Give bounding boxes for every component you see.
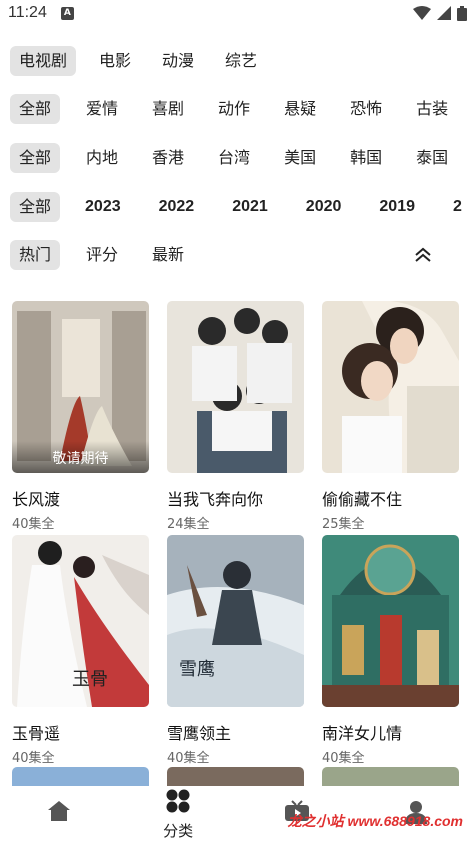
chip-region-thailand[interactable]: 泰国 <box>407 143 457 173</box>
show-poster[interactable]: 玉骨 <box>12 535 149 707</box>
sort-filter-row: 热门 评分 最新 <box>0 238 475 272</box>
show-poster[interactable] <box>322 535 459 707</box>
show-poster[interactable] <box>167 767 304 787</box>
chip-genre-horror[interactable]: 恐怖 <box>341 94 391 124</box>
signal-icon <box>437 6 451 20</box>
chip-anime[interactable]: 动漫 <box>153 46 203 76</box>
chip-region-mainland[interactable]: 内地 <box>77 143 127 173</box>
show-card[interactable]: 当我飞奔向你 24集全 <box>167 301 304 532</box>
chip-genre-action[interactable]: 动作 <box>209 94 259 124</box>
chip-year-2022[interactable]: 2022 <box>150 192 204 222</box>
show-card[interactable]: 偷偷藏不住 25集全 <box>322 301 459 532</box>
show-poster[interactable]: 雪鹰 <box>167 535 304 707</box>
chip-region-hongkong[interactable]: 香港 <box>143 143 193 173</box>
year-filter-row: 全部 2023 2022 2021 2020 2019 2 <box>0 190 475 224</box>
show-title[interactable]: 雪鹰领主 <box>167 720 304 744</box>
show-card[interactable] <box>322 767 459 787</box>
show-card[interactable] <box>167 767 304 787</box>
show-episodes: 40集全 <box>167 751 210 766</box>
watermark: 龙之小站 www.688918.com <box>287 813 463 829</box>
genre-filter-row: 全部 爱情 喜剧 动作 悬疑 恐怖 古装 <box>0 92 475 126</box>
show-title[interactable]: 长风渡 <box>12 486 149 510</box>
chip-region-usa[interactable]: 美国 <box>275 143 325 173</box>
show-title[interactable]: 当我飞奔向你 <box>167 486 304 510</box>
chip-variety[interactable]: 综艺 <box>216 46 266 76</box>
chip-year-all[interactable]: 全部 <box>10 192 61 222</box>
chip-region-taiwan[interactable]: 台湾 <box>209 143 259 173</box>
chip-sort-rating[interactable]: 评分 <box>77 240 127 270</box>
show-title[interactable]: 偷偷藏不住 <box>322 486 459 510</box>
chip-movie[interactable]: 电影 <box>90 46 140 76</box>
chip-region-all[interactable]: 全部 <box>10 143 61 173</box>
show-card[interactable] <box>12 767 149 787</box>
svg-text:雪鹰: 雪鹰 <box>179 659 215 680</box>
show-episodes: 40集全 <box>12 751 55 766</box>
region-filter-row: 全部 内地 香港 台湾 美国 韩国 泰国 <box>0 141 475 175</box>
show-episodes: 40集全 <box>12 517 55 532</box>
show-poster[interactable] <box>322 767 459 787</box>
chip-sort-latest[interactable]: 最新 <box>143 240 193 270</box>
svg-text:玉骨: 玉骨 <box>72 669 108 690</box>
show-poster[interactable] <box>322 301 459 473</box>
chip-year-2023[interactable]: 2023 <box>76 192 130 222</box>
chip-year-2020[interactable]: 2020 <box>297 192 351 222</box>
chip-tv-series[interactable]: 电视剧 <box>10 46 77 76</box>
chip-genre-all[interactable]: 全部 <box>10 94 61 124</box>
chip-year-more[interactable]: 2 <box>444 192 471 222</box>
status-time: 11:24 <box>8 4 47 21</box>
type-filter-row: 电视剧 电影 动漫 综艺 <box>0 44 475 78</box>
wifi-icon <box>413 6 431 20</box>
chip-year-2021[interactable]: 2021 <box>223 192 277 222</box>
show-card[interactable]: 敬请期待 长风渡 40集全 <box>12 301 149 532</box>
show-episodes: 40集全 <box>322 751 365 766</box>
chip-genre-costume[interactable]: 古装 <box>407 94 457 124</box>
show-card[interactable]: 雪鹰 雪鹰领主 40集全 <box>167 535 304 766</box>
show-poster[interactable]: 敬请期待 <box>12 301 149 473</box>
show-episodes: 25集全 <box>322 517 365 532</box>
nav-category-label: 分类 <box>163 822 194 840</box>
show-title[interactable]: 玉骨遥 <box>12 720 149 744</box>
status-bar: 11:24 A <box>0 0 475 26</box>
collapse-filters-icon[interactable] <box>413 247 433 263</box>
category-icon <box>166 789 190 813</box>
chip-region-korea[interactable]: 韩国 <box>341 143 391 173</box>
show-title[interactable]: 南洋女儿情 <box>322 720 459 744</box>
chip-genre-mystery[interactable]: 悬疑 <box>275 94 325 124</box>
chip-sort-hot[interactable]: 热门 <box>10 240 61 270</box>
nav-home[interactable] <box>0 786 119 847</box>
show-card[interactable]: 玉骨 玉骨遥 40集全 <box>12 535 149 766</box>
show-poster[interactable] <box>167 301 304 473</box>
show-poster[interactable] <box>12 767 149 787</box>
show-card[interactable]: 南洋女儿情 40集全 <box>322 535 459 766</box>
home-icon <box>48 801 71 821</box>
chip-genre-comedy[interactable]: 喜剧 <box>143 94 193 124</box>
coming-soon-badge: 敬请期待 <box>12 441 149 473</box>
show-episodes: 24集全 <box>167 517 210 532</box>
chip-year-2019[interactable]: 2019 <box>370 192 424 222</box>
chip-genre-romance[interactable]: 爱情 <box>77 94 127 124</box>
notification-icon: A <box>60 6 74 20</box>
battery-icon <box>457 5 467 21</box>
nav-category[interactable]: 分类 <box>119 786 238 847</box>
status-icons <box>413 5 467 21</box>
